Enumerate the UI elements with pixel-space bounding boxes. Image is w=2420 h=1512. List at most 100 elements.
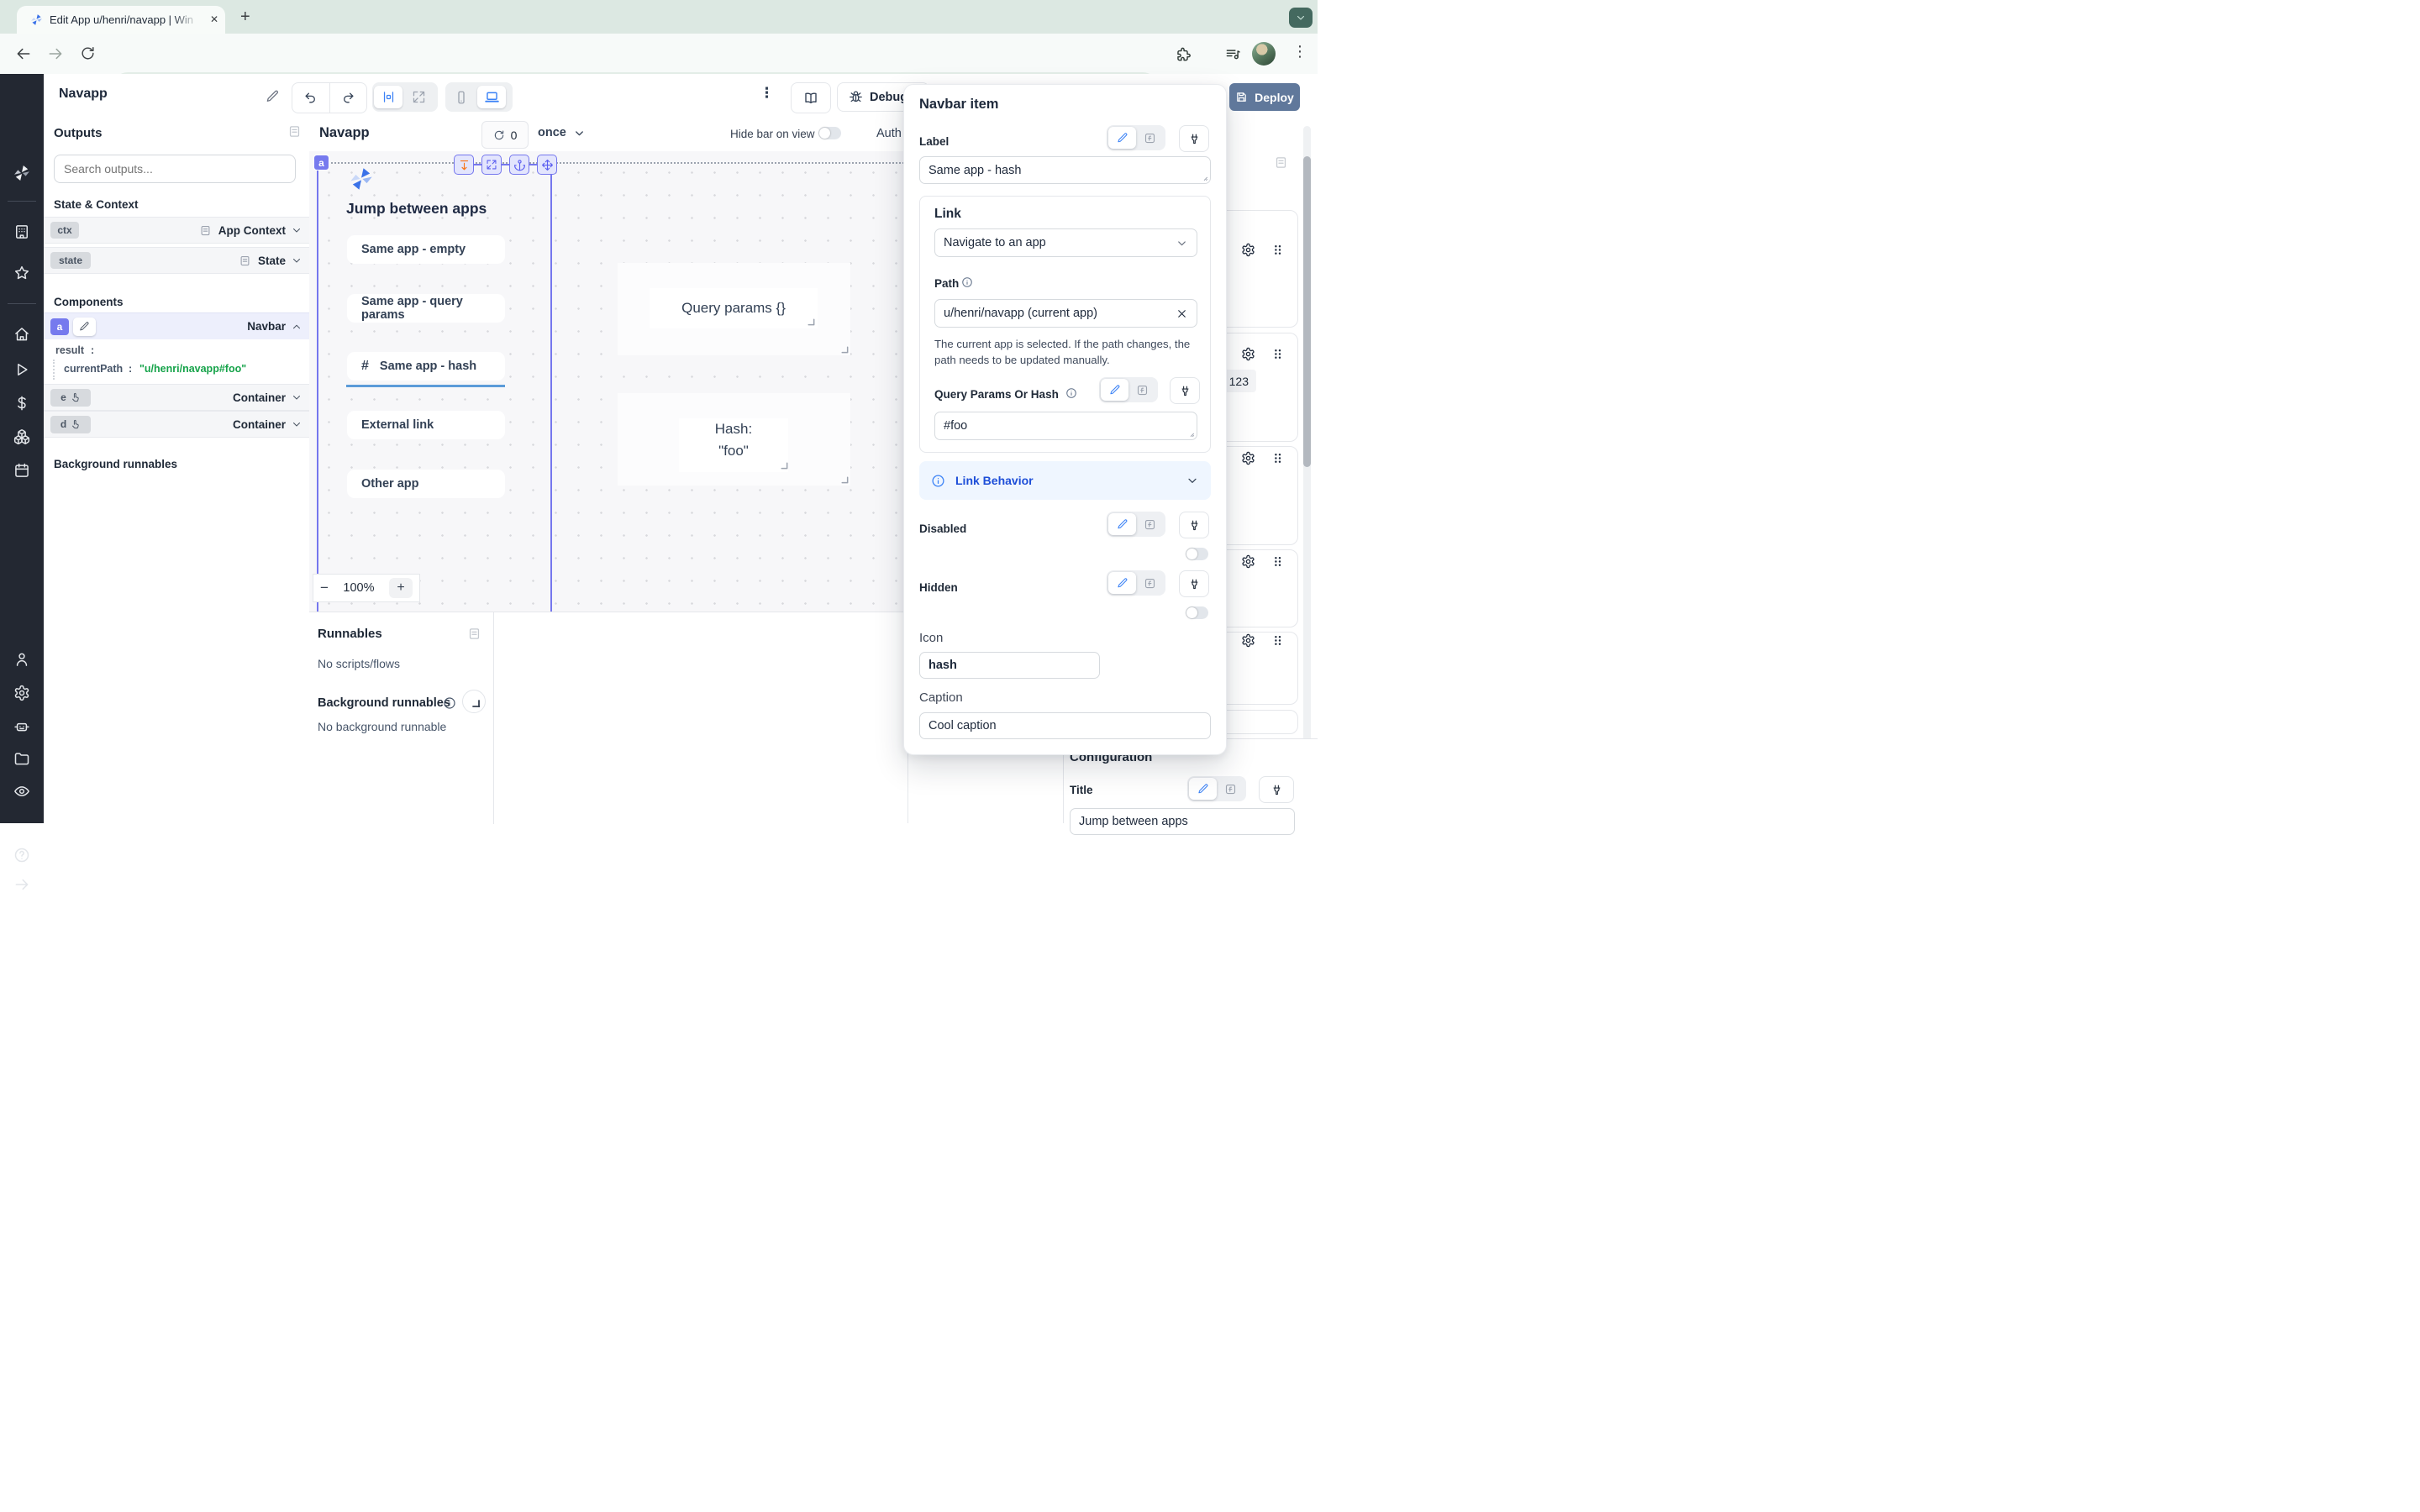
sidebar-item-folders-icon[interactable]	[13, 750, 30, 767]
icon-input[interactable]: hash	[919, 652, 1100, 679]
textarea-resize-icon[interactable]	[1185, 428, 1195, 438]
selection-right-edge[interactable]	[550, 162, 552, 612]
sidebar-item-help-icon[interactable]	[13, 847, 30, 864]
connect-plug-button[interactable]	[1259, 776, 1294, 803]
resize-corner-icon[interactable]	[777, 459, 789, 470]
query-params-input[interactable]: #foo	[934, 412, 1197, 440]
function-mode-button[interactable]	[1217, 783, 1244, 795]
navbar-component-row[interactable]: a Navbar	[44, 312, 309, 340]
sidebar-collapse-icon[interactable]	[13, 876, 30, 893]
browser-tab[interactable]: Edit App u/henri/navapp | Win ✕	[17, 6, 225, 34]
connect-plug-button[interactable]	[1170, 377, 1200, 404]
sidebar-item-workers-icon[interactable]	[13, 718, 30, 735]
disabled-toggle[interactable]	[1186, 548, 1208, 560]
forward-icon[interactable]	[47, 45, 64, 62]
info-icon[interactable]	[443, 696, 456, 710]
function-mode-button[interactable]	[1136, 577, 1164, 590]
reload-icon[interactable]	[80, 45, 96, 61]
chevron-down-icon[interactable]	[291, 391, 302, 403]
static-pen-button[interactable]	[1108, 572, 1136, 594]
sidebar-item-home-icon[interactable]	[13, 326, 30, 343]
static-pen-button[interactable]	[1108, 127, 1136, 149]
windmill-logo-icon[interactable]	[12, 163, 32, 183]
run-mode-select[interactable]: once	[538, 126, 586, 139]
mobile-preview-button[interactable]	[447, 86, 476, 108]
card-drag-grid-icon[interactable]	[1270, 633, 1285, 648]
function-mode-button[interactable]	[1128, 384, 1156, 396]
desktop-preview-button[interactable]	[477, 86, 506, 108]
connect-plug-button[interactable]	[1179, 512, 1209, 538]
expand-down-button[interactable]	[454, 155, 474, 175]
full-width-button[interactable]	[404, 86, 433, 108]
clear-x-icon[interactable]	[1176, 307, 1188, 320]
edit-id-pen-icon[interactable]	[73, 318, 96, 336]
nav-item-external-link[interactable]: External link	[347, 411, 505, 439]
hash-container[interactable]: Hash: "foo"	[618, 393, 850, 486]
path-input[interactable]: u/henri/navapp (current app)	[934, 299, 1197, 328]
nav-item-same-app-query-params[interactable]: Same app - query params	[347, 294, 505, 323]
static-pen-button[interactable]	[1189, 778, 1217, 800]
new-tab-icon[interactable]: +	[240, 8, 250, 25]
link-behavior-banner[interactable]: Link Behavior	[919, 461, 1211, 500]
card-drag-grid-icon[interactable]	[1270, 243, 1285, 257]
chevron-up-icon[interactable]	[291, 321, 302, 333]
card-drag-grid-icon[interactable]	[1270, 347, 1285, 361]
fullscreen-button[interactable]	[481, 155, 502, 175]
nav-item-other-app[interactable]: Other app	[347, 470, 505, 498]
sidebar-item-users-icon[interactable]	[13, 651, 30, 668]
resize-corner-icon[interactable]	[838, 473, 850, 485]
tab-close-icon[interactable]: ✕	[207, 12, 222, 27]
nav-item-same-app-hash[interactable]: # Same app - hash	[347, 352, 505, 381]
label-input[interactable]: Same app - hash	[919, 156, 1211, 184]
connect-plug-button[interactable]	[1179, 570, 1209, 597]
extensions-puzzle-icon[interactable]	[1175, 46, 1191, 62]
chevron-down-icon[interactable]	[291, 224, 302, 236]
info-icon[interactable]	[961, 276, 973, 288]
deploy-button[interactable]: Deploy	[1229, 83, 1300, 111]
sidebar-item-variables-icon[interactable]	[13, 395, 30, 412]
zoom-out-button[interactable]: −	[320, 580, 329, 596]
resize-corner-icon[interactable]	[804, 315, 816, 327]
textarea-resize-icon[interactable]	[1198, 171, 1208, 181]
redo-button[interactable]	[330, 83, 367, 113]
card-drag-grid-icon[interactable]	[1270, 554, 1285, 569]
center-layout-button[interactable]	[374, 86, 402, 108]
more-menu-icon[interactable]: ⋮	[760, 85, 774, 102]
app-canvas[interactable]: a Jump between apps Same app - empty Sam…	[309, 151, 908, 612]
rename-pen-icon[interactable]	[266, 89, 280, 103]
scrollbar-thumb[interactable]	[1303, 156, 1311, 467]
card-gear-icon[interactable]	[1241, 347, 1255, 361]
sidebar-item-settings-icon[interactable]	[13, 685, 30, 701]
info-icon[interactable]	[1065, 387, 1077, 399]
runnables-doc-icon[interactable]	[467, 627, 481, 641]
back-icon[interactable]	[15, 45, 32, 62]
sidebar-item-schedules-icon[interactable]	[13, 462, 30, 479]
nav-item-same-app-empty[interactable]: Same app - empty	[347, 235, 505, 264]
query-params-container[interactable]: Query params {}	[618, 263, 850, 355]
chevron-down-icon[interactable]	[291, 418, 302, 430]
hidden-toggle[interactable]	[1186, 606, 1208, 619]
sidebar-item-runs-icon[interactable]	[13, 361, 30, 378]
browser-menu-icon[interactable]: ⋮	[1292, 43, 1307, 60]
card-gear-icon[interactable]	[1241, 451, 1255, 465]
sidebar-item-resources-icon[interactable]	[13, 428, 30, 445]
resize-corner-icon[interactable]	[838, 343, 850, 354]
sidebar-item-apps-icon[interactable]	[13, 223, 30, 240]
docs-book-button[interactable]	[791, 82, 831, 113]
card-gear-icon[interactable]	[1241, 554, 1255, 569]
function-mode-button[interactable]	[1136, 518, 1164, 531]
card-drag-grid-icon[interactable]	[1270, 451, 1285, 465]
container-d-row[interactable]: d Container	[44, 411, 309, 438]
card-gear-icon[interactable]	[1241, 243, 1255, 257]
sidebar-item-favorites-icon[interactable]	[13, 265, 30, 281]
undo-button[interactable]	[292, 83, 330, 113]
add-background-runnable-button[interactable]	[462, 690, 486, 713]
media-controls-icon[interactable]	[1225, 46, 1241, 62]
function-mode-button[interactable]	[1136, 132, 1164, 144]
avatar[interactable]	[1252, 42, 1276, 66]
hide-bar-toggle[interactable]	[818, 127, 841, 139]
state-row[interactable]: state State	[44, 247, 309, 274]
tab-search-button[interactable]	[1289, 8, 1313, 28]
chevron-down-icon[interactable]	[291, 255, 302, 266]
move-button[interactable]	[537, 155, 557, 175]
